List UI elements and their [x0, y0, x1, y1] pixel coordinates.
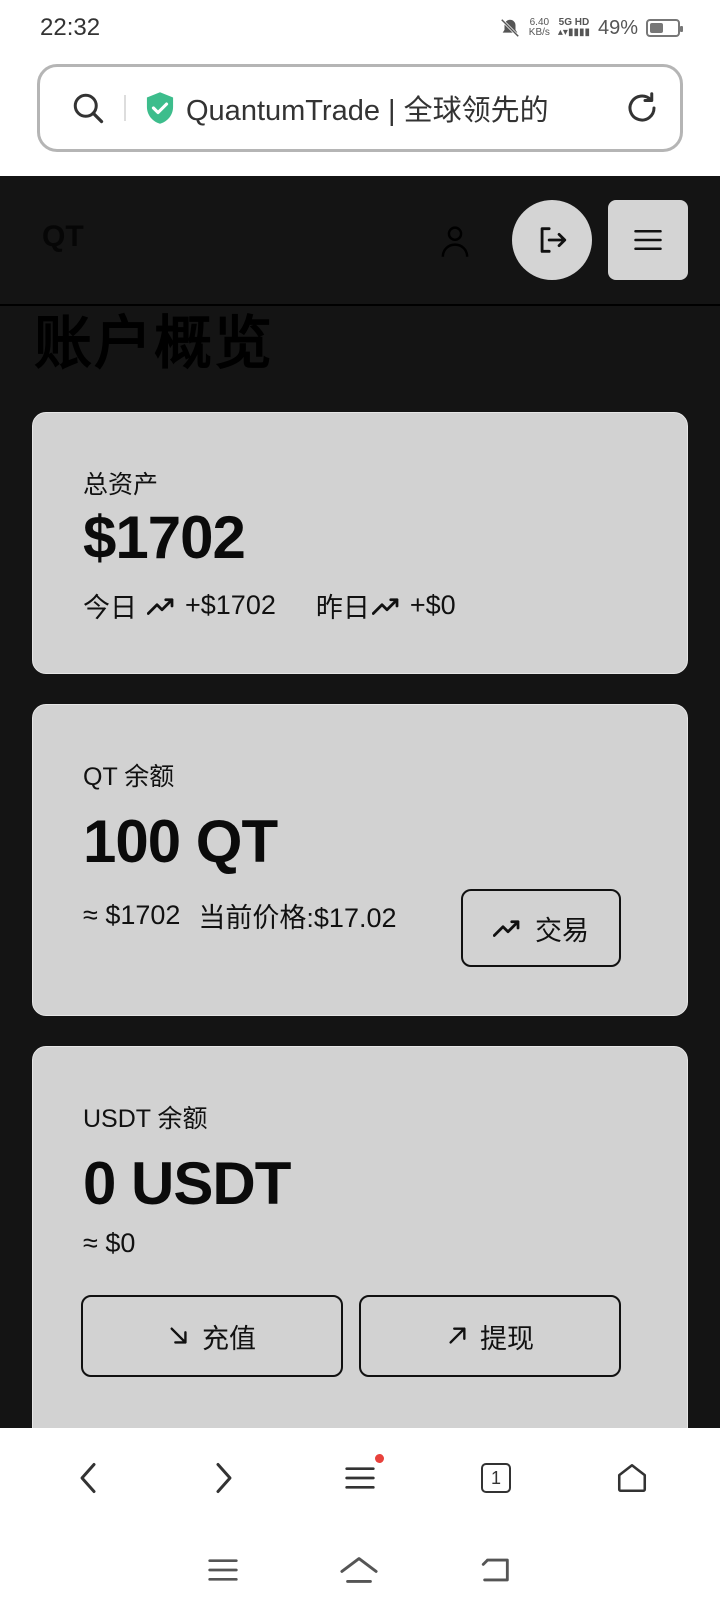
usdt-balance-card: USDT 余额 0 USDT ≈ $0 充值 提现: [32, 1046, 688, 1428]
logout-button[interactable]: [512, 200, 592, 280]
total-assets-label: 总资产: [83, 471, 159, 499]
tab-count-badge: 1: [481, 1463, 511, 1493]
deposit-button-label: 充值: [202, 1323, 256, 1354]
today-label: 今日: [83, 593, 137, 623]
tab-count: 1: [490, 1467, 501, 1488]
trade-button-label: 交易: [535, 915, 589, 946]
back-button[interactable]: [58, 1448, 118, 1508]
battery-percent: 49%: [597, 16, 638, 39]
chevron-left-icon: [80, 1463, 96, 1493]
qt-balance-value: 100 QT: [83, 808, 278, 875]
hamburger-icon: [634, 230, 662, 250]
page-title: 账户概览: [34, 311, 275, 376]
usdt-approx-row: ≈ $0: [83, 1228, 637, 1259]
qt-approx-value: ≈ $1702: [83, 900, 181, 930]
change-row: 今日 +$1702 昨日 +$0: [83, 586, 637, 625]
status-time: 22:32: [40, 14, 101, 41]
home-icon: [617, 1463, 647, 1493]
browser-toolbar: 1: [0, 1428, 720, 1528]
home-button[interactable]: [602, 1448, 662, 1508]
withdraw-button[interactable]: 提现: [359, 1295, 621, 1377]
today-change: +$1702: [185, 590, 276, 620]
arrow-up-right-icon: [449, 1327, 466, 1344]
qt-balance-card: QT 余额 100 QT ≈ $1702 当前价格:$17.02 交易: [32, 704, 688, 1016]
usdt-balance-value: 0 USDT: [83, 1150, 291, 1217]
withdraw-button-label: 提现: [480, 1323, 534, 1354]
web-content: QT 账户概览 总资产 $1702 今日 +$1702 昨日 +$0 QT 余额…: [0, 176, 720, 1428]
total-assets-card: 总资产 $1702 今日 +$1702 昨日 +$0: [32, 412, 688, 674]
logout-icon: [540, 227, 567, 253]
yesterday-change: +$0: [409, 590, 456, 620]
url-text[interactable]: QuantumTrade | 全球领先的: [186, 87, 624, 129]
menu-button[interactable]: [608, 200, 688, 280]
recent-apps-icon[interactable]: [207, 1556, 239, 1584]
trend-up-icon: [493, 920, 520, 937]
site-logo[interactable]: QT: [42, 220, 84, 254]
chevron-right-icon: [216, 1463, 232, 1493]
trend-up-icon: [371, 597, 399, 615]
notification-dot: [375, 1454, 384, 1463]
hamburger-icon: [345, 1467, 375, 1489]
site-header: QT: [0, 176, 720, 306]
browser-menu-button[interactable]: [330, 1448, 390, 1508]
mute-bell-icon: [500, 18, 520, 38]
trade-button[interactable]: 交易: [461, 889, 621, 967]
status-indicators: 6.40 KB/s 5G HD ▴▾▮▮▮▮ 49%: [499, 16, 683, 40]
secure-shield-icon: [146, 92, 174, 124]
divider: [124, 95, 126, 121]
address-bar[interactable]: QuantumTrade | 全球领先的: [37, 64, 683, 152]
usdt-approx-value: ≈ $0: [83, 1228, 136, 1258]
tabs-button[interactable]: 1: [466, 1448, 526, 1508]
status-bar: 22:32 6.40 KB/s 5G HD ▴▾▮▮▮▮ 49%: [0, 0, 720, 56]
total-assets-value: $1702: [83, 504, 246, 571]
network-indicator: 5G HD ▴▾▮▮▮▮: [557, 17, 590, 38]
arrow-down-right-icon: [170, 1327, 187, 1344]
battery-icon: [646, 19, 683, 37]
user-icon[interactable]: [440, 224, 470, 258]
system-home-icon[interactable]: [339, 1555, 379, 1585]
deposit-button[interactable]: 充值: [81, 1295, 343, 1377]
net-speed: 6.40 KB/s: [528, 17, 550, 38]
system-back-icon[interactable]: [479, 1555, 513, 1585]
qt-balance-label: QT 余额: [83, 763, 175, 791]
yesterday-label: 昨日: [315, 593, 370, 623]
qt-current-price: 当前价格:$17.02: [198, 903, 397, 933]
refresh-icon[interactable]: [624, 90, 660, 126]
system-nav-bar: [0, 1528, 720, 1612]
trend-up-icon: [147, 597, 174, 615]
usdt-balance-label: USDT 余额: [83, 1105, 208, 1133]
search-icon[interactable]: [70, 90, 106, 126]
forward-button[interactable]: [194, 1448, 254, 1508]
